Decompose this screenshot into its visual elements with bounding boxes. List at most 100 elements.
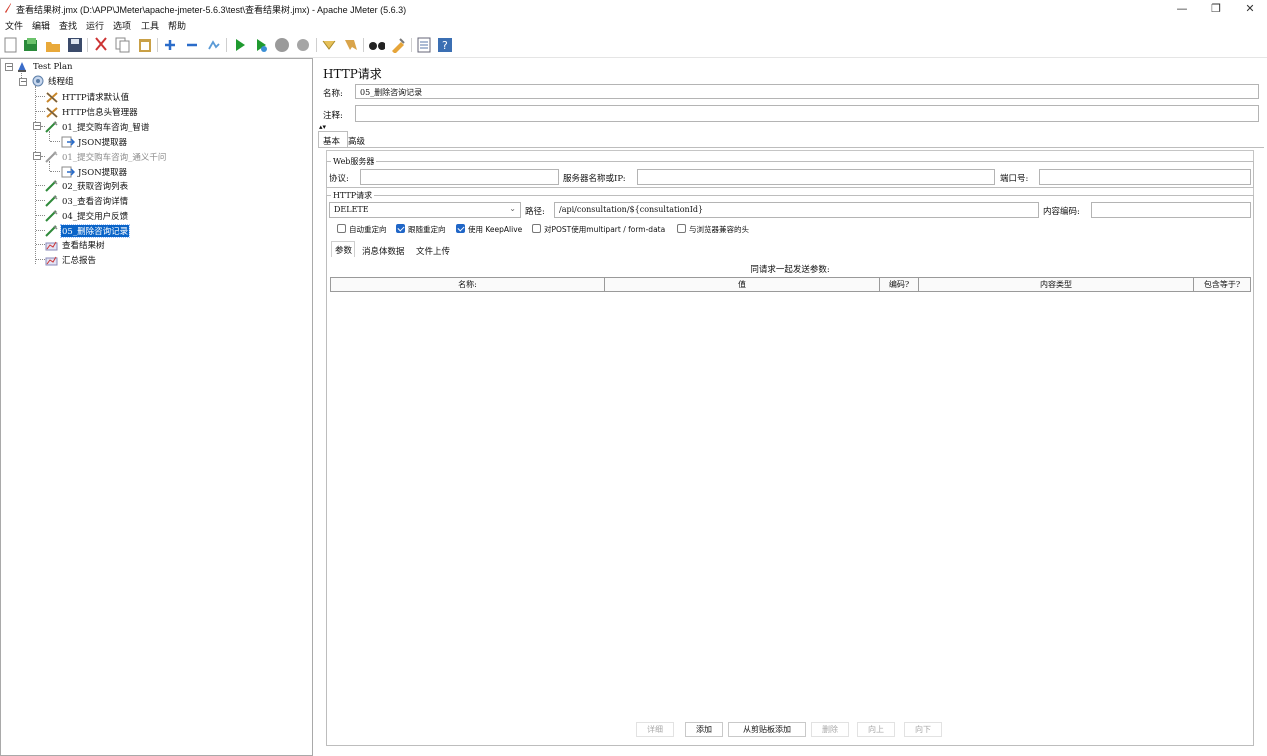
menu-file[interactable]: 文件 [5,19,23,32]
open-icon[interactable] [45,37,61,53]
subtab-parameters[interactable]: 参数 [331,241,355,257]
sampler-icon [45,120,58,133]
col-encode[interactable]: 编码? [880,278,919,291]
collapse-icon[interactable] [184,37,200,53]
multipart-checkbox[interactable] [532,224,541,233]
start-icon[interactable] [232,37,248,53]
web-server-title: Web服务器 [331,156,377,167]
thread-group-icon [32,75,44,86]
sampler-icon [45,224,58,237]
params-table-body[interactable] [330,292,1251,722]
protocol-field[interactable] [360,169,559,185]
menu-edit[interactable]: 编辑 [32,19,50,32]
minimize-button[interactable]: — [1165,0,1199,17]
expand-toggle[interactable]: − [19,78,27,86]
paste-icon[interactable] [137,37,153,53]
follow-redirect-checkbox[interactable] [396,224,405,233]
tree-node-json-extractor[interactable]: JSON提取器 [61,135,128,148]
sampler-icon [45,179,58,192]
menu-search[interactable]: 查找 [59,19,77,32]
col-name[interactable]: 名称: [331,278,605,291]
shutdown-icon[interactable] [295,37,311,53]
save-icon[interactable] [67,37,83,53]
tree-node-sampler-zhipu[interactable]: 01_提交购车咨询_智谱 [45,120,150,133]
window-title-bar: 查看结果树.jmx (D:\APP\JMeter\apache-jmeter-5… [0,0,1267,17]
menu-run[interactable]: 运行 [86,19,104,32]
subtab-body-data[interactable]: 消息体数据 [362,245,405,257]
comment-field[interactable] [355,105,1259,122]
listener-icon [45,241,58,250]
col-include-equals[interactable]: 包含等于? [1194,278,1250,291]
toggle-icon[interactable] [206,37,222,53]
method-select[interactable]: DELETE ⌄ [329,202,521,218]
path-field[interactable]: /api/consultation/${consultationId} [554,202,1039,218]
menu-tools[interactable]: 工具 [141,19,159,32]
config-icon [46,91,58,103]
tab-basic[interactable]: 基本 [318,131,348,148]
tab-advanced[interactable]: 高级 [348,135,365,147]
sampler-icon [45,194,58,207]
maximize-button[interactable]: ❐ [1199,0,1233,17]
chevron-down-icon: ⌄ [509,204,516,213]
tree-node-label: 05_删除咨询记录 [59,223,131,238]
subtab-parameters-label: 参数 [335,246,353,256]
tree-node-sampler-list[interactable]: 02_获取咨询列表 [45,179,129,192]
subtab-files-upload[interactable]: 文件上传 [416,245,450,257]
expand-toggle[interactable]: − [5,63,13,71]
auto-redirect-checkbox[interactable] [337,224,346,233]
encoding-label: 内容编码: [1043,207,1080,217]
tree-node-label: JSON提取器 [78,167,128,178]
tree-node-sampler-feedback[interactable]: 04_提交用户反馈 [45,209,129,222]
tree-node-label: 线程组 [48,76,74,87]
expand-toggle[interactable]: − [33,152,41,160]
method-value: DELETE [334,205,369,214]
col-content-type[interactable]: 内容类型 [919,278,1194,291]
encoding-field[interactable] [1091,202,1251,218]
menu-help[interactable]: 帮助 [168,19,186,32]
tree-node-sampler-detail[interactable]: 03_查看咨询详情 [45,194,129,207]
move-down-button[interactable]: 向下 [904,722,942,737]
tree-node-label: 03_查看咨询详情 [62,196,129,207]
delete-button[interactable]: 删除 [811,722,849,737]
stop-icon[interactable] [274,37,290,53]
close-window-button[interactable]: ✕ [1233,0,1267,17]
cut-icon[interactable] [93,37,109,53]
tree-node-summary-report[interactable]: 汇总报告 [45,253,97,266]
clear-all-icon[interactable] [343,37,359,53]
port-field[interactable] [1039,169,1251,185]
function-helper-icon[interactable] [416,37,432,53]
move-up-button[interactable]: 向上 [857,722,895,737]
tree-node-header-manager[interactable]: HTTP信息头管理器 [45,105,139,118]
sampler-icon [45,209,58,222]
name-field[interactable]: 05_删除咨询记录 [355,84,1259,99]
svg-text:?: ? [442,39,448,52]
expand-icon[interactable] [162,37,178,53]
menu-options[interactable]: 选项 [113,19,131,32]
tree-node-view-results-tree[interactable]: 查看结果树 [45,238,106,251]
add-button[interactable]: 添加 [685,722,723,737]
clear-icon[interactable] [321,37,337,53]
help-icon[interactable]: ? [437,37,453,53]
tree-node-sampler-qwen[interactable]: 01_提交购车咨询_通义千问 [45,150,167,163]
server-field[interactable] [637,169,995,185]
tree-node-test-plan[interactable]: Test Plan [16,60,74,73]
col-value[interactable]: 值 [605,278,880,291]
new-icon[interactable] [3,37,19,53]
add-from-clipboard-button[interactable]: 从剪贴板添加 [728,722,806,737]
keepalive-checkbox[interactable] [456,224,465,233]
browser-headers-checkbox[interactable] [677,224,686,233]
splitter-arrows-icon[interactable]: ▴▾ [319,124,326,131]
detail-button[interactable]: 详细 [636,722,674,737]
follow-redirect-label: 跟随重定向 [408,225,446,234]
copy-icon[interactable] [115,37,131,53]
start-no-pause-icon[interactable] [253,37,269,53]
search-icon[interactable] [369,37,385,53]
tree-node-json-extractor[interactable]: JSON提取器 [61,165,128,178]
tree-node-thread-group[interactable]: 线程组 [31,74,75,87]
templates-icon[interactable] [23,37,39,53]
keepalive-label: 使用 KeepAlive [468,225,523,234]
tree-node-http-defaults[interactable]: HTTP请求默认值 [45,90,130,103]
tree-node-sampler-delete[interactable]: 05_删除咨询记录 [45,223,131,238]
expand-toggle[interactable]: − [33,122,41,130]
reset-search-icon[interactable] [390,37,406,53]
